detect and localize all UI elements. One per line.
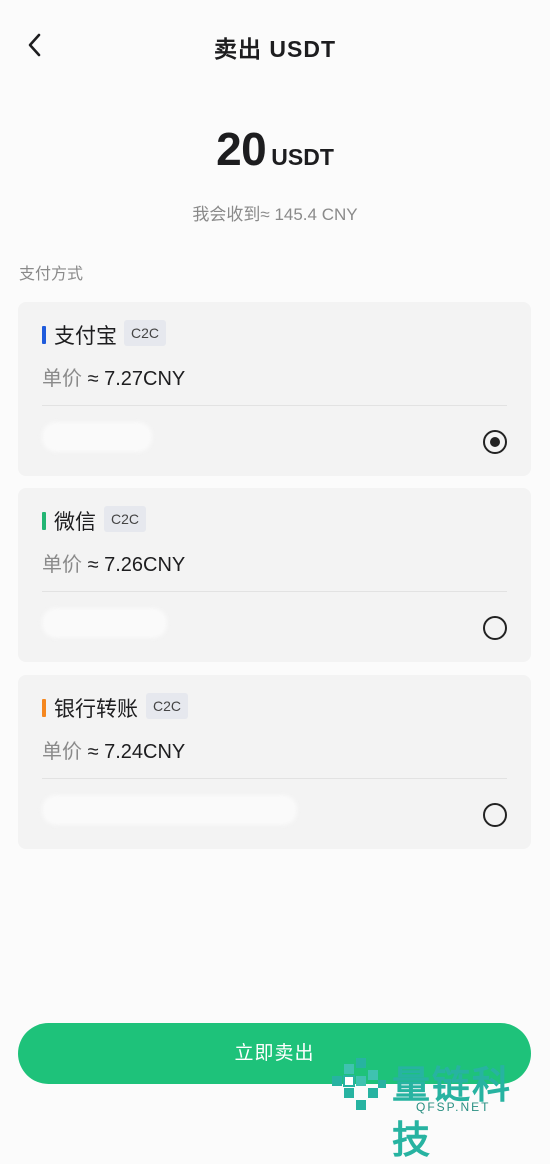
divider [42,778,507,779]
color-bar [42,326,46,344]
price-label: 单价 [42,368,82,390]
watermark-domain: QFSP.NET [416,1100,491,1114]
payment-option-bank-transfer[interactable]: 银行转账 C2C 单价 ≈ 7.24CNY [18,675,531,849]
price-label: 单价 [42,741,82,763]
c2c-tag: C2C [124,320,167,346]
c2c-tag: C2C [104,506,147,532]
payment-method-label: 支付方式 [19,266,84,283]
divider [42,591,507,592]
watermark: 量链科技 QFSP.NET [330,1052,550,1162]
amount-value: 20 [216,123,267,175]
divider [42,405,507,406]
qr-logo-icon [332,1058,386,1110]
radio-unselected[interactable] [483,616,507,640]
amount-currency: USDT [271,144,334,170]
radio-unselected[interactable] [483,803,507,827]
payment-option-wechat[interactable]: 微信 C2C 单价 ≈ 7.26CNY [18,488,531,662]
payment-option-alipay[interactable]: 支付宝 C2C 单价 ≈ 7.27CNY [18,302,531,476]
radio-selected[interactable] [483,430,507,454]
radio-dot-icon [490,437,500,447]
masked-account-info [42,795,297,825]
unit-price: 单价 ≈ 7.26CNY [42,548,185,577]
header: 卖出 USDT [0,0,550,92]
price-value: ≈ 7.27CNY [87,368,186,390]
unit-price: 单价 ≈ 7.27CNY [42,362,185,391]
c2c-tag: C2C [146,693,189,719]
color-bar [42,699,46,717]
payment-name: 支付宝 [54,325,117,348]
payment-name: 微信 [54,511,96,534]
amount-display: 20 USDT [0,122,550,176]
receive-estimate: 我会收到≈ 145.4 CNY [192,205,358,224]
price-value: ≈ 7.24CNY [87,741,186,763]
price-value: ≈ 7.26CNY [87,554,186,576]
price-label: 单价 [42,554,82,576]
payment-name: 银行转账 [54,698,138,721]
page-title: 卖出 USDT [214,36,336,62]
masked-account-info [42,422,152,452]
color-bar [42,512,46,530]
masked-account-info [42,608,167,638]
unit-price: 单价 ≈ 7.24CNY [42,735,185,764]
